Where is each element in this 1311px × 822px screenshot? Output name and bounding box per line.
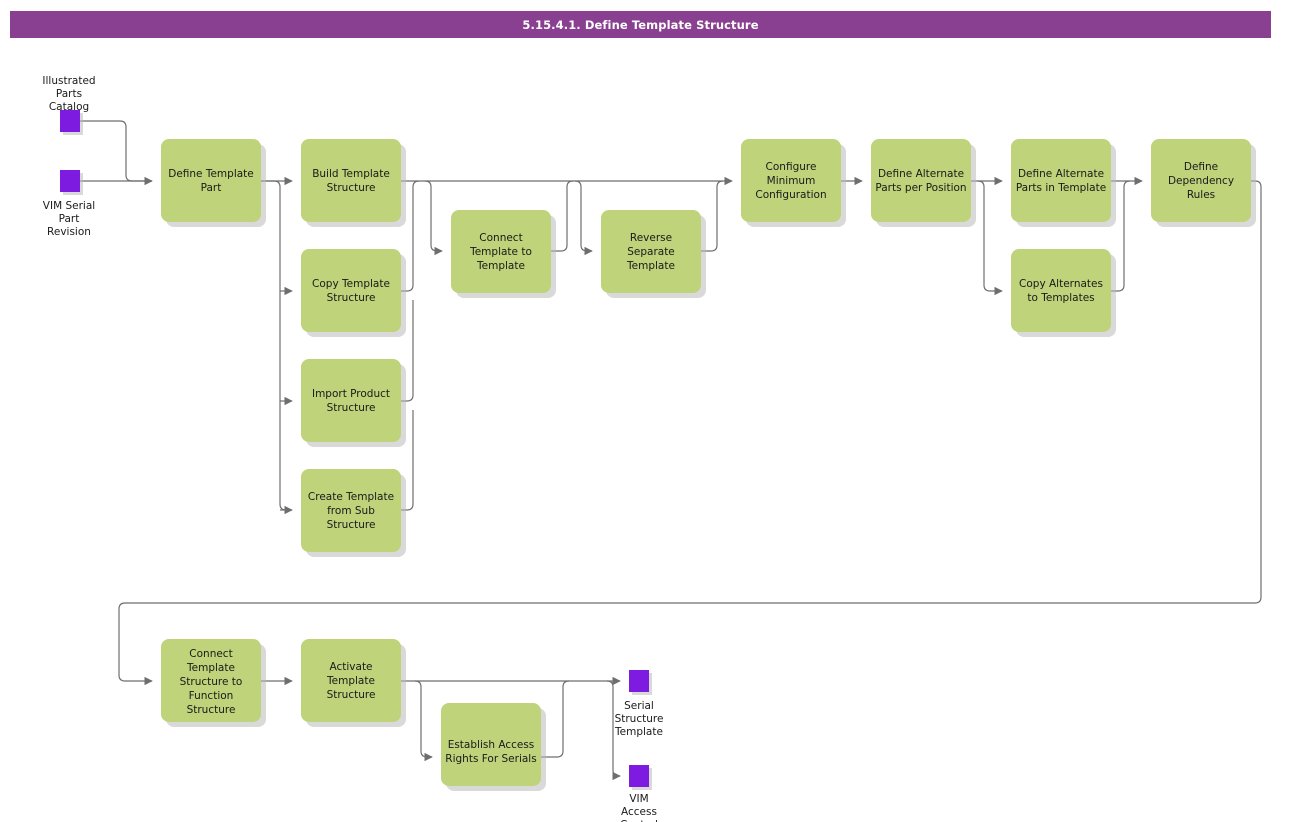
process-node-layer: Define Template Part Build Template Stru… <box>161 139 1256 791</box>
node-label-line: Activate <box>329 661 372 673</box>
object-label-line: Illustrated <box>42 75 95 87</box>
node-label-line: Template <box>476 260 525 272</box>
node-label-line: Structure to <box>180 676 243 688</box>
node-illustrated-parts-catalog[interactable]: Illustrated Parts Catalog <box>42 75 96 135</box>
node-label-line: Rights For Serials <box>445 753 536 765</box>
node-connect-template-structure-to-function-structure[interactable]: Connect Template Structure to Function S… <box>161 639 266 727</box>
node-label-line: from Sub <box>327 505 375 517</box>
node-label-line: Dependency <box>1168 175 1234 187</box>
edge-spine-to-reverse-separate <box>574 180 593 256</box>
node-label-line: Part <box>201 182 222 194</box>
node-label-line: Build Template <box>312 168 390 180</box>
node-label-line: Copy Template <box>312 278 390 290</box>
object-label-line: Serial <box>624 700 654 712</box>
node-label-line: Configure <box>766 161 817 173</box>
node-copy-alternates-to-templates[interactable]: Copy Alternates to Templates <box>1011 249 1116 337</box>
object-label-line: Part <box>59 213 80 225</box>
node-connect-template-to-template[interactable]: Connect Template to Template <box>451 210 556 298</box>
diagram-canvas: 5.15.4.1. Define Template Structure Defi… <box>0 0 1311 822</box>
node-label-line: Copy Alternates <box>1019 278 1103 290</box>
object-label-line: VIM <box>629 793 648 805</box>
node-label-line: Parts per Position <box>875 182 966 194</box>
node-label-line: Function <box>189 690 234 702</box>
edge-ipc-to-define-template-part <box>80 120 152 182</box>
node-build-template-structure[interactable]: Build Template Structure <box>301 139 406 227</box>
object-label-line: Template <box>614 726 663 738</box>
node-reverse-separate-template[interactable]: Reverse Separate Template <box>601 210 706 298</box>
object-label-line: Parts <box>56 88 82 100</box>
edge-dtp-fanout-trunk <box>261 180 292 511</box>
node-label-line: Template <box>326 675 375 687</box>
node-copy-template-structure[interactable]: Copy Template Structure <box>301 249 406 337</box>
node-label-line: Reverse <box>630 232 672 244</box>
node-label-line: Import Product <box>312 388 390 400</box>
node-label-line: to Templates <box>1027 292 1094 304</box>
node-vim-access-control[interactable]: VIM Access Control <box>620 765 658 822</box>
node-define-alternate-parts-in-template[interactable]: Define Alternate Parts in Template <box>1011 139 1116 227</box>
object-label-line: Structure <box>615 713 664 725</box>
node-label-line: Parts in Template <box>1016 182 1106 194</box>
node-label-line: Rules <box>1187 189 1215 201</box>
node-label-line: Connect <box>189 648 232 660</box>
node-label-line: Template <box>626 260 675 272</box>
node-label-line: Structure <box>327 519 376 531</box>
object-label-line: Access <box>621 806 657 818</box>
node-define-template-part[interactable]: Define Template Part <box>161 139 266 227</box>
node-label-line: Create Template <box>308 491 394 503</box>
edge-spine-to-connect-template <box>424 180 443 256</box>
object-label-line: VIM Serial <box>43 200 95 212</box>
node-import-product-structure[interactable]: Import Product Structure <box>301 359 406 447</box>
node-label-line: Configuration <box>755 189 826 201</box>
node-label-line: Define Alternate <box>1018 168 1104 180</box>
node-label-line: Structure <box>327 402 376 414</box>
node-label-line: Structure <box>327 182 376 194</box>
node-label-line: Define Template <box>168 168 254 180</box>
node-label-line: Separate <box>627 246 675 258</box>
node-establish-access-rights-for-serials[interactable]: Establish Access Rights For Serials <box>441 703 546 791</box>
node-activate-template-structure[interactable]: Activate Template Structure <box>301 639 406 727</box>
object-label-line: Revision <box>47 226 91 238</box>
node-label-line: Template to <box>469 246 532 258</box>
node-label-line: Template <box>186 662 235 674</box>
node-label-line: Structure <box>187 704 236 716</box>
node-label-line: Structure <box>327 689 376 701</box>
node-configure-minimum-configuration[interactable]: Configure Minimum Configuration <box>741 139 846 227</box>
object-label-line: Catalog <box>49 101 89 113</box>
node-create-template-from-sub-structure[interactable]: Create Template from Sub Structure <box>301 469 406 557</box>
node-vim-serial-part-revision[interactable]: VIM Serial Part Revision <box>43 170 95 238</box>
flowchart-svg: Define Template Part Build Template Stru… <box>42 75 1262 822</box>
node-label-line: Connect <box>479 232 522 244</box>
node-serial-structure-template[interactable]: Serial Structure Template <box>614 670 663 738</box>
edge-activate-to-establish-access <box>414 680 433 762</box>
node-label-line: Structure <box>327 292 376 304</box>
node-label-line: Minimum <box>767 175 816 187</box>
node-define-dependency-rules[interactable]: Define Dependency Rules <box>1151 139 1256 227</box>
node-define-alternate-parts-per-position[interactable]: Define Alternate Parts per Position <box>871 139 976 227</box>
node-label-line: Establish Access <box>448 739 535 751</box>
edge-altpos-to-copy-alternates <box>977 180 1003 296</box>
node-label-line: Define <box>1184 161 1218 173</box>
node-label-line: Define Alternate <box>878 168 964 180</box>
